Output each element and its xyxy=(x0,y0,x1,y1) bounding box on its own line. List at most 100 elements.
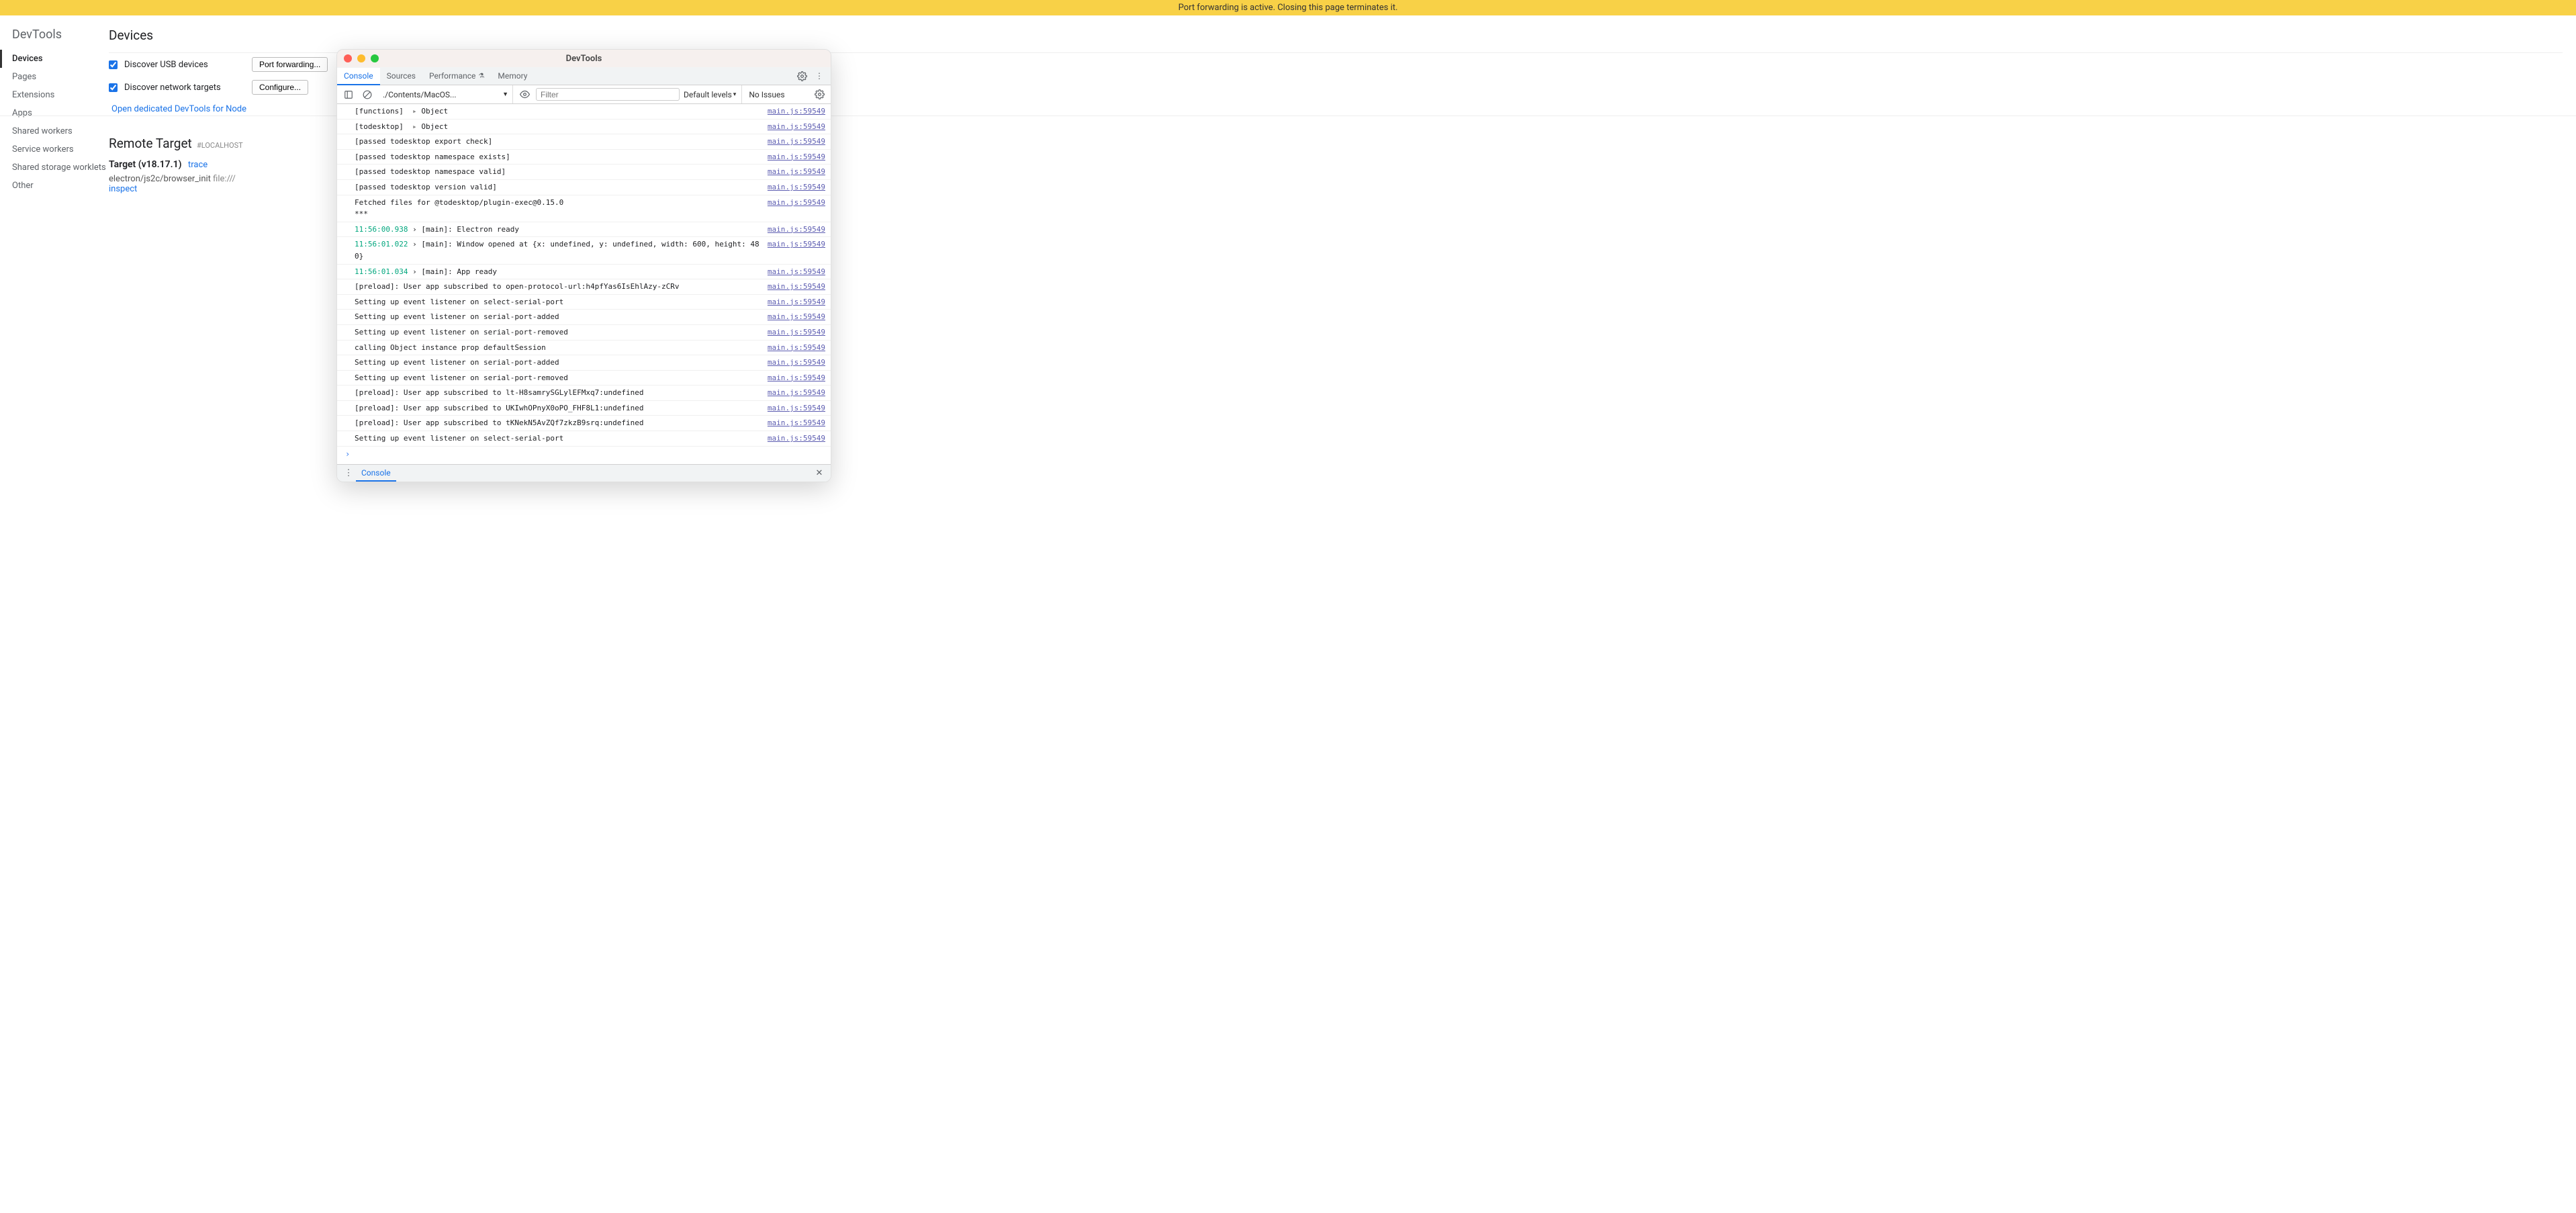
log-message: [passed todesktop export check] xyxy=(355,136,761,148)
log-row: 11:56:01.022 › [main]: Window opened at … xyxy=(337,237,831,264)
tab-performance[interactable]: Performance⚗ xyxy=(422,67,491,85)
devices-heading: Devices xyxy=(109,28,2576,43)
context-selector[interactable]: ./Contents/MacOS... ▼ xyxy=(379,85,513,103)
log-source-link[interactable]: main.js:59549 xyxy=(768,121,825,133)
log-source-link[interactable]: main.js:59549 xyxy=(768,296,825,308)
log-source-link[interactable]: main.js:59549 xyxy=(768,433,825,445)
clear-console-icon[interactable] xyxy=(360,87,375,102)
log-row: calling Object instance prop defaultSess… xyxy=(337,341,831,356)
log-message: [passed todesktop namespace exists] xyxy=(355,151,761,163)
discover-usb-checkbox[interactable] xyxy=(109,60,118,69)
log-row: Fetched files for @todesktop/plugin-exec… xyxy=(337,195,831,222)
devtools-window: DevTools Console Sources Performance⚗ Me… xyxy=(336,49,831,482)
filter-input[interactable] xyxy=(536,88,680,101)
target-path: electron/js2c/browser_init xyxy=(109,174,211,184)
tab-memory[interactable]: Memory xyxy=(491,67,534,85)
target-scheme: file:/// xyxy=(213,174,236,184)
log-source-link[interactable]: main.js:59549 xyxy=(768,387,825,399)
app-title: DevTools xyxy=(12,28,109,42)
log-row: 11:56:01.034 › [main]: App readymain.js:… xyxy=(337,265,831,280)
inspect-link[interactable]: inspect xyxy=(109,184,137,194)
log-message: [preload]: User app subscribed to UKIwhO… xyxy=(355,402,761,414)
log-row: 11:56:00.938 › [main]: Electron readymai… xyxy=(337,222,831,238)
log-source-link[interactable]: main.js:59549 xyxy=(768,224,825,236)
log-row: Setting up event listener on select-seri… xyxy=(337,295,831,310)
log-source-link[interactable]: main.js:59549 xyxy=(768,136,825,148)
drawer: ⋮ Console ✕ xyxy=(337,464,831,482)
log-row: Setting up event listener on serial-port… xyxy=(337,355,831,371)
log-message: [preload]: User app subscribed to open-p… xyxy=(355,281,761,293)
port-forwarding-button[interactable]: Port forwarding... xyxy=(252,57,328,72)
log-message: 11:56:01.022 › [main]: Window opened at … xyxy=(355,238,761,262)
tab-sources[interactable]: Sources xyxy=(380,67,422,85)
log-message: Setting up event listener on serial-port… xyxy=(355,357,761,369)
console-output[interactable]: [functions] ▸ Objectmain.js:59549[todesk… xyxy=(337,104,831,447)
tab-console[interactable]: Console xyxy=(337,68,380,85)
console-settings-icon[interactable] xyxy=(812,87,827,102)
log-row: [functions] ▸ Objectmain.js:59549 xyxy=(337,104,831,120)
target-label: Target (v18.17.1) xyxy=(109,159,181,170)
log-source-link[interactable]: main.js:59549 xyxy=(768,402,825,414)
log-row: Setting up event listener on serial-port… xyxy=(337,325,831,341)
remote-target-heading: Remote Target xyxy=(109,136,192,151)
log-levels-dropdown[interactable]: Default levels▾ xyxy=(684,85,742,103)
drawer-more-icon[interactable]: ⋮ xyxy=(341,466,356,481)
flask-icon: ⚗ xyxy=(478,73,484,80)
discover-network-checkbox[interactable] xyxy=(109,83,118,92)
sidebar-item-shared-workers[interactable]: Shared workers xyxy=(12,122,109,140)
log-row: Setting up event listener on select-seri… xyxy=(337,431,831,447)
log-source-link[interactable]: main.js:59549 xyxy=(768,238,825,262)
log-source-link[interactable]: main.js:59549 xyxy=(768,166,825,178)
more-icon[interactable]: ⋮ xyxy=(812,69,827,83)
log-row: [passed todesktop namespace valid] main.j… xyxy=(337,165,831,180)
log-source-link[interactable]: main.js:59549 xyxy=(768,357,825,369)
sidebar-item-apps[interactable]: Apps xyxy=(12,104,109,122)
maximize-window-icon[interactable] xyxy=(371,54,379,62)
log-source-link[interactable]: main.js:59549 xyxy=(768,342,825,354)
close-drawer-icon[interactable]: ✕ xyxy=(812,466,827,481)
log-source-link[interactable]: main.js:59549 xyxy=(768,372,825,384)
close-window-icon[interactable] xyxy=(344,54,352,62)
trace-link[interactable]: trace xyxy=(188,160,208,170)
window-title: DevTools xyxy=(566,54,602,64)
console-prompt[interactable]: › xyxy=(337,447,831,464)
log-source-link[interactable]: main.js:59549 xyxy=(768,326,825,339)
log-source-link[interactable]: main.js:59549 xyxy=(768,197,825,220)
log-source-link[interactable]: main.js:59549 xyxy=(768,311,825,323)
discover-usb-label: Discover USB devices xyxy=(124,60,245,70)
sidebar: DevTools DevicesPagesExtensionsAppsShare… xyxy=(0,15,109,204)
log-source-link[interactable]: main.js:59549 xyxy=(768,266,825,278)
log-message: Setting up event listener on serial-port… xyxy=(355,326,761,339)
sidebar-item-other[interactable]: Other xyxy=(12,177,109,195)
log-message: [preload]: User app subscribed to lt-H8s… xyxy=(355,387,761,399)
settings-icon[interactable] xyxy=(794,69,809,83)
issues-indicator[interactable]: No Issues xyxy=(746,90,787,99)
log-message: Setting up event listener on select-seri… xyxy=(355,433,761,445)
toggle-sidebar-icon[interactable] xyxy=(341,87,356,102)
open-dedicated-devtools-link[interactable]: Open dedicated DevTools for Node xyxy=(111,104,246,114)
log-row: Setting up event listener on serial-port… xyxy=(337,310,831,325)
discover-network-label: Discover network targets xyxy=(124,83,245,93)
minimize-window-icon[interactable] xyxy=(357,54,365,62)
titlebar[interactable]: DevTools xyxy=(337,50,831,67)
sidebar-item-service-workers[interactable]: Service workers xyxy=(12,140,109,159)
log-row: [preload]: User app subscribed to open-p… xyxy=(337,279,831,295)
log-source-link[interactable]: main.js:59549 xyxy=(768,281,825,293)
log-message: [todesktop] ▸ Object xyxy=(355,121,761,133)
log-message: calling Object instance prop defaultSess… xyxy=(355,342,761,354)
sidebar-item-extensions[interactable]: Extensions xyxy=(12,86,109,104)
log-source-link[interactable]: main.js:59549 xyxy=(768,181,825,193)
configure-button[interactable]: Configure... xyxy=(252,80,308,95)
sidebar-item-shared-storage-worklets[interactable]: Shared storage worklets xyxy=(12,159,109,177)
log-source-link[interactable]: main.js:59549 xyxy=(768,105,825,118)
sidebar-item-pages[interactable]: Pages xyxy=(12,68,109,86)
log-source-link[interactable]: main.js:59549 xyxy=(768,417,825,429)
drawer-tab-console[interactable]: Console xyxy=(356,465,396,482)
log-row: [passed todesktop version valid]main.js:… xyxy=(337,180,831,195)
log-source-link[interactable]: main.js:59549 xyxy=(768,151,825,163)
log-message: Fetched files for @todesktop/plugin-exec… xyxy=(355,197,761,220)
live-expression-icon[interactable] xyxy=(517,87,532,102)
log-message: [preload]: User app subscribed to tKNekN… xyxy=(355,417,761,429)
sidebar-item-devices[interactable]: Devices xyxy=(0,50,109,68)
log-message: [passed todesktop namespace valid] xyxy=(355,166,761,178)
